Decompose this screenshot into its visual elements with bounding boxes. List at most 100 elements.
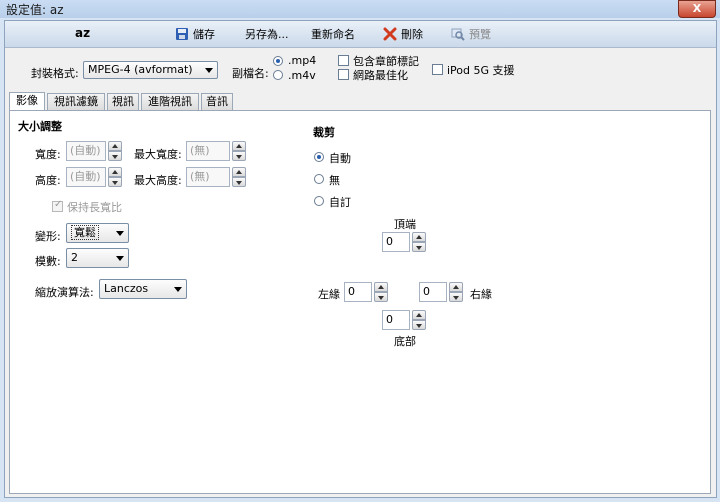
keep-aspect-checkbox[interactable]: ✓ (52, 199, 63, 212)
max-height-up-button[interactable] (232, 167, 246, 177)
ext-m4v-label: .m4v (288, 69, 316, 82)
window-title: 設定值: az (6, 3, 64, 17)
rename-label: 重新命名 (311, 28, 355, 41)
tab-video-filters[interactable]: 視訊濾鏡 (47, 93, 105, 110)
format-value: MPEG-4 (avformat) (88, 63, 193, 76)
tab-video[interactable]: 視訊 (107, 93, 139, 110)
crop-top-down-button[interactable] (412, 242, 426, 252)
scaler-select[interactable]: Lanczos (99, 279, 187, 299)
toolbar: az 儲存 另存為... 重新命名 刪除 預覽 (5, 21, 716, 48)
preview-label: 預覽 (469, 28, 491, 41)
format-select[interactable]: MPEG-4 (avformat) (83, 61, 218, 79)
max-height-spin-buttons (232, 167, 246, 187)
crop-left-down-button[interactable] (374, 292, 388, 302)
crop-custom-label: 自訂 (329, 196, 351, 209)
ext-m4v-radio[interactable] (273, 70, 283, 80)
chevron-down-icon (116, 231, 124, 236)
crop-right-stepper[interactable]: 0 (419, 282, 465, 302)
preview-magnifier-icon (451, 28, 465, 41)
crop-right-up-button[interactable] (449, 282, 463, 292)
max-width-field[interactable]: (無) (186, 141, 230, 161)
tab-advanced-video[interactable]: 進階視訊 (141, 93, 199, 110)
modulus-label: 模數: (35, 255, 61, 268)
max-height-down-button[interactable] (232, 177, 246, 187)
crop-none-radio[interactable] (314, 174, 324, 184)
delete-button[interactable]: 刪除 (383, 26, 423, 42)
close-button[interactable]: X (678, 0, 716, 18)
width-up-button[interactable] (108, 141, 122, 151)
format-label: 封裝格式: (31, 67, 79, 80)
preview-button[interactable]: 預覽 (451, 26, 491, 42)
crop-right-label: 右緣 (470, 288, 492, 301)
rename-button[interactable]: 重新命名 (311, 26, 355, 42)
width-field[interactable]: (自動) (66, 141, 106, 161)
delete-x-icon (383, 27, 397, 41)
tab-audio[interactable]: 音訊 (201, 93, 233, 110)
size-section-title: 大小調整 (18, 120, 62, 133)
max-width-stepper[interactable]: (無) (186, 141, 248, 161)
crop-top-label: 頂端 (394, 218, 416, 231)
max-height-stepper[interactable]: (無) (186, 167, 248, 187)
preset-window: 設定值: az X az 儲存 另存為... 重新命名 刪除 預覽 封裝格式: … (0, 0, 720, 502)
floppy-icon (176, 28, 188, 40)
crop-bottom-stepper[interactable]: 0 (382, 310, 428, 330)
crop-auto-label: 自動 (329, 152, 351, 165)
crop-right-down-button[interactable] (449, 292, 463, 302)
crop-left-stepper[interactable]: 0 (344, 282, 390, 302)
ipod-checkbox[interactable] (432, 64, 443, 75)
crop-bottom-up-button[interactable] (412, 310, 426, 320)
height-stepper[interactable]: (自動) (66, 167, 124, 187)
title-bar: 設定值: az X (0, 0, 720, 18)
tab-picture[interactable]: 影像 (9, 92, 45, 111)
height-up-button[interactable] (108, 167, 122, 177)
modulus-value: 2 (71, 251, 78, 264)
anamorphic-value: 寬鬆 (71, 225, 99, 240)
width-spin-buttons (108, 141, 122, 161)
crop-bottom-down-button[interactable] (412, 320, 426, 330)
crop-bottom-field[interactable]: 0 (382, 310, 410, 330)
crop-left-label: 左緣 (318, 288, 340, 301)
max-width-down-button[interactable] (232, 151, 246, 161)
crop-top-field[interactable]: 0 (382, 232, 410, 252)
crop-left-up-button[interactable] (374, 282, 388, 292)
crop-top-up-button[interactable] (412, 232, 426, 242)
max-height-label: 最大高度: (134, 174, 182, 187)
keep-aspect-label: 保持長寬比 (67, 201, 122, 214)
crop-custom-radio[interactable] (314, 196, 324, 206)
crop-right-spin-buttons (449, 282, 463, 302)
web-optimized-checkbox[interactable] (338, 69, 349, 80)
width-down-button[interactable] (108, 151, 122, 161)
save-as-button[interactable]: 另存為... (245, 26, 289, 42)
crop-top-spin-buttons (412, 232, 426, 252)
modulus-select[interactable]: 2 (66, 248, 129, 268)
max-height-field[interactable]: (無) (186, 167, 230, 187)
width-stepper[interactable]: (自動) (66, 141, 124, 161)
crop-auto-radio[interactable] (314, 152, 324, 162)
chapter-markers-checkbox[interactable] (338, 55, 349, 66)
crop-left-spin-buttons (374, 282, 388, 302)
height-field[interactable]: (自動) (66, 167, 106, 187)
extension-label: 副檔名: (232, 67, 269, 80)
web-optimized-label: 網路最佳化 (353, 69, 408, 82)
preset-name: az (75, 26, 91, 40)
crop-left-field[interactable]: 0 (344, 282, 372, 302)
delete-label: 刪除 (401, 28, 423, 41)
anamorphic-select[interactable]: 寬鬆 (66, 223, 129, 243)
height-down-button[interactable] (108, 177, 122, 187)
height-spin-buttons (108, 167, 122, 187)
crop-section-title: 裁剪 (313, 126, 335, 139)
crop-none-label: 無 (329, 174, 340, 187)
crop-right-field[interactable]: 0 (419, 282, 447, 302)
ext-mp4-radio[interactable] (273, 56, 283, 66)
checkmark-icon: ✓ (54, 199, 63, 210)
max-width-up-button[interactable] (232, 141, 246, 151)
ext-mp4-label: .mp4 (288, 54, 317, 67)
save-label: 儲存 (193, 28, 215, 41)
scaler-label: 縮放演算法: (35, 286, 94, 299)
crop-top-stepper[interactable]: 0 (382, 232, 428, 252)
anamorphic-label: 變形: (35, 230, 61, 243)
save-button[interactable]: 儲存 (175, 26, 215, 42)
window-client: az 儲存 另存為... 重新命名 刪除 預覽 封裝格式: MPEG-4 (av… (4, 20, 717, 498)
ipod-label: iPod 5G 支援 (447, 64, 515, 77)
max-width-spin-buttons (232, 141, 246, 161)
